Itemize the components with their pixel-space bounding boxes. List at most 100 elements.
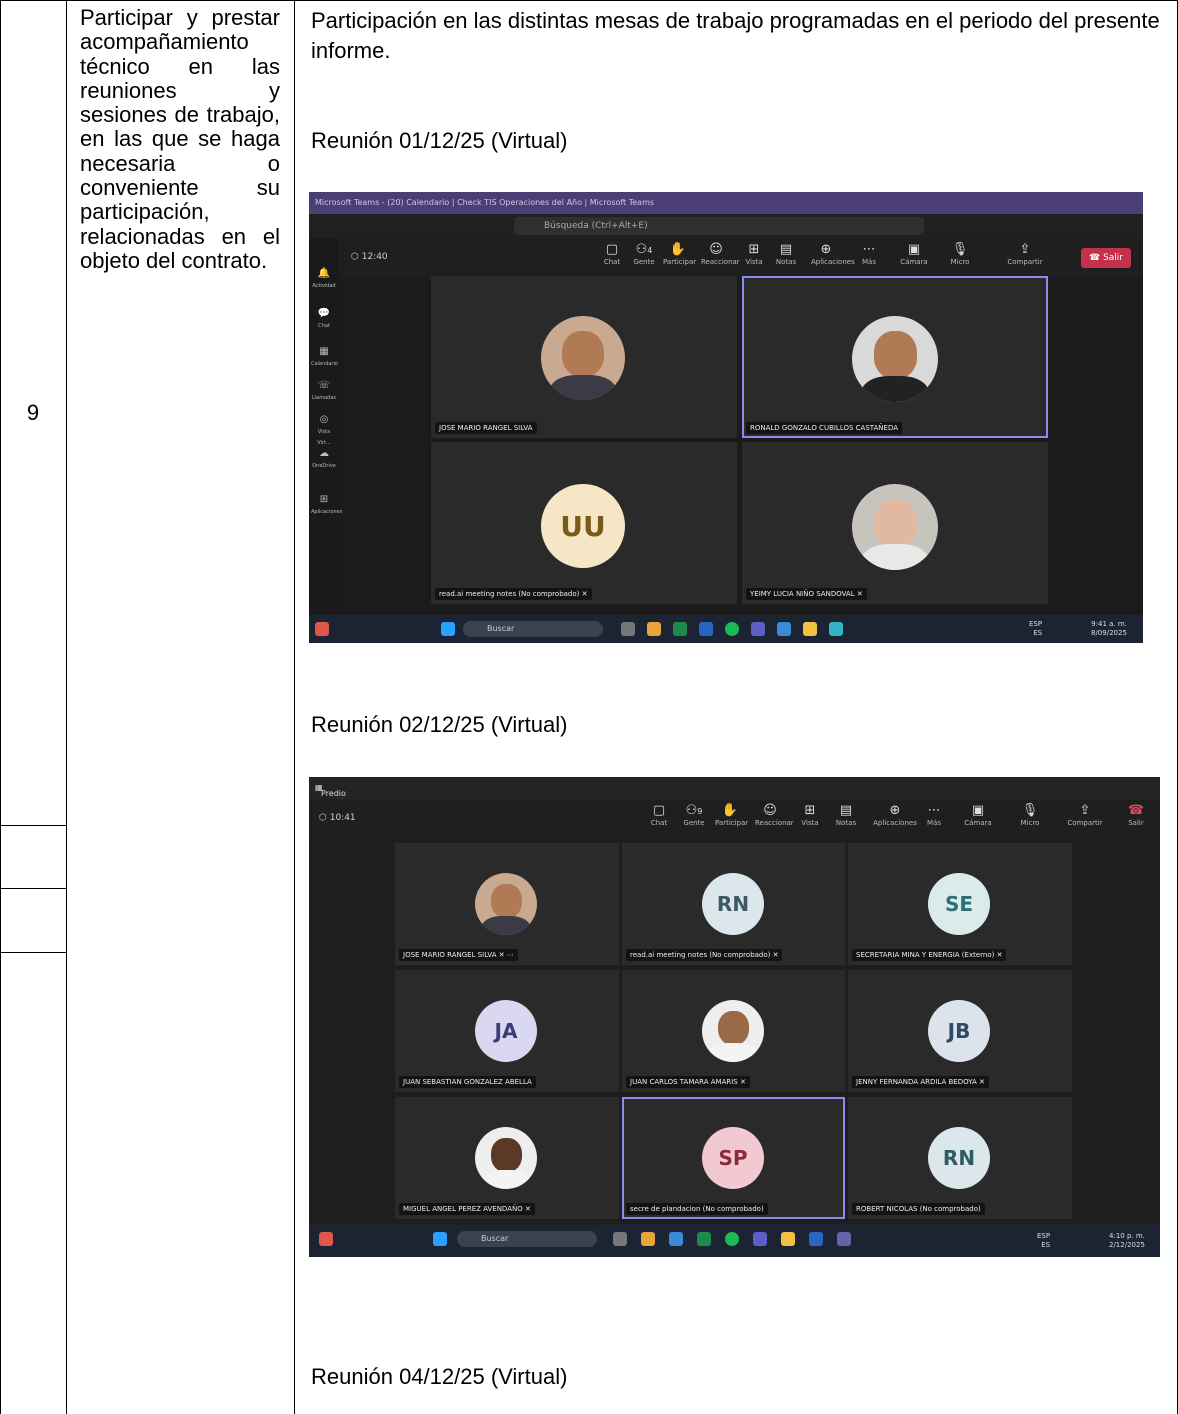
camera-button[interactable]: ▣ Cámara bbox=[899, 242, 929, 266]
explorer-icon[interactable] bbox=[781, 1232, 795, 1246]
taskview-icon[interactable] bbox=[621, 622, 635, 636]
explorer-icon[interactable] bbox=[803, 622, 817, 636]
notes-button[interactable]: ▤ Notas bbox=[771, 242, 801, 266]
participant-tile[interactable]: RN ROBERT NICOLAS (No comprobado) bbox=[848, 1097, 1072, 1219]
hand-icon: ✋ bbox=[669, 242, 687, 257]
notes-button[interactable]: ▤ Notas bbox=[831, 803, 861, 827]
react-button[interactable]: ☺ Reaccionar bbox=[701, 242, 740, 266]
more-button[interactable]: ⋯ Más bbox=[919, 803, 949, 827]
row-number: 9 bbox=[26, 400, 40, 425]
leave-button[interactable]: ☎ Salir bbox=[1081, 248, 1131, 268]
apps-button[interactable]: ⊕ Aplicaciones bbox=[873, 803, 917, 827]
raise-hand-button[interactable]: ✋ Participar bbox=[715, 803, 748, 827]
participant-name: MIGUEL ANGEL PEREZ AVENDAÑO ✕ bbox=[399, 1203, 535, 1215]
share-button[interactable]: ⇪ Compartir bbox=[1063, 803, 1107, 827]
leave-button[interactable]: ☎ Salir bbox=[1121, 803, 1151, 827]
word-icon[interactable] bbox=[809, 1232, 823, 1246]
hangup-icon: ☎ bbox=[1127, 803, 1145, 818]
teams-screenshot-2: ▦ Predio Chinú Proyecto Fenoge ⬡ 10:41 ▢… bbox=[309, 777, 1160, 1257]
hangup-icon: ☎ bbox=[1088, 253, 1101, 263]
view-button[interactable]: ⊞ Vista bbox=[739, 242, 769, 266]
participant-tile[interactable]: MIGUEL ANGEL PEREZ AVENDAÑO ✕ bbox=[395, 1097, 619, 1219]
participant-name: JOSE MARIO RANGEL SILVA ✕ ⋯ bbox=[399, 949, 518, 961]
windows-start-icon[interactable] bbox=[441, 622, 455, 636]
participant-name: JUAN SEBASTIAN GONZALEZ ABELLA bbox=[399, 1076, 536, 1088]
weather-icon[interactable] bbox=[315, 622, 329, 636]
weather-icon[interactable] bbox=[319, 1232, 333, 1246]
taskview-icon[interactable] bbox=[613, 1232, 627, 1246]
more-button[interactable]: ⋯ Más bbox=[854, 242, 884, 266]
participant-tile[interactable]: JB JENNY FERNANDA ARDILA BEDOYA ✕ bbox=[848, 970, 1072, 1092]
excel-icon[interactable] bbox=[697, 1232, 711, 1246]
share-button[interactable]: ⇪ Compartir bbox=[1003, 242, 1047, 266]
mic-button[interactable]: 🎙 Micro bbox=[1015, 803, 1045, 827]
chat-button[interactable]: ▢ Chat bbox=[644, 803, 674, 827]
raise-hand-button[interactable]: ✋ Participar bbox=[663, 242, 696, 266]
participant-name: secre de plandacion (No comprobado) bbox=[626, 1203, 768, 1215]
spotify-icon[interactable] bbox=[725, 1232, 739, 1246]
participant-tile[interactable]: UU read.ai meeting notes (No comprobado)… bbox=[431, 442, 737, 604]
people-button[interactable]: ⚇4 Gente bbox=[629, 242, 659, 266]
table-border-left bbox=[0, 0, 1, 1414]
participant-tile[interactable]: YEIMY LUCIA NIÑO SANDOVAL ✕ bbox=[742, 442, 1048, 604]
teams-classic-icon[interactable] bbox=[837, 1232, 851, 1246]
sidebar-item-vista[interactable]: ◎ Vista Virt... bbox=[311, 414, 337, 447]
participant-photo bbox=[475, 873, 537, 935]
participant-tile[interactable]: JUAN CARLOS TAMARA AMARIS ✕ bbox=[622, 970, 845, 1092]
chat-icon: ▢ bbox=[605, 242, 619, 257]
edge-icon[interactable] bbox=[829, 622, 843, 636]
mic-muted-icon: 🎙 bbox=[1021, 803, 1039, 818]
view-button[interactable]: ⊞ Vista bbox=[795, 803, 825, 827]
window-title: ▦ Predio Chinú Proyecto Fenoge bbox=[315, 783, 356, 825]
participant-name: read.ai meeting notes (No comprobado) ✕ bbox=[626, 949, 783, 961]
chrome-icon[interactable] bbox=[641, 1232, 655, 1246]
chat-button[interactable]: ▢ Chat bbox=[597, 242, 627, 266]
notes-icon: ▤ bbox=[779, 242, 793, 257]
more-icon: ⋯ bbox=[927, 803, 941, 818]
search-input[interactable]: Búsqueda (Ctrl+Alt+E) bbox=[514, 217, 924, 235]
sidebar-item-calendario[interactable]: ▦ Calendario bbox=[311, 346, 338, 368]
teams-icon[interactable] bbox=[751, 622, 765, 636]
notes-icon: ▤ bbox=[839, 803, 853, 818]
teams-icon[interactable] bbox=[753, 1232, 767, 1246]
taskbar-search[interactable]: Buscar bbox=[457, 1231, 597, 1247]
participant-name: ROBERT NICOLAS (No comprobado) bbox=[852, 1203, 985, 1215]
grid-icon: ⊞ bbox=[804, 803, 816, 818]
participant-tile[interactable]: JOSE MARIO RANGEL SILVA ✕ ⋯ bbox=[395, 843, 619, 965]
participant-tile[interactable]: SP secre de plandacion (No comprobado) bbox=[622, 1097, 845, 1219]
participant-tile[interactable]: RN read.ai meeting notes (No comprobado)… bbox=[622, 843, 845, 965]
participant-photo bbox=[852, 316, 938, 402]
participant-tile[interactable]: RONALD GONZALO CUBILLOS CASTAÑEDA bbox=[742, 276, 1048, 438]
taskbar-clock[interactable]: 9:41 a. m. 8/09/2025 bbox=[1091, 620, 1127, 638]
people-icon: ⚇9 bbox=[685, 803, 703, 818]
outlook-icon[interactable] bbox=[777, 622, 791, 636]
participant-avatar: JA bbox=[475, 1000, 537, 1062]
participant-avatar: RN bbox=[928, 1127, 990, 1189]
participant-name: RONALD GONZALO CUBILLOS CASTAÑEDA bbox=[746, 422, 903, 434]
participant-tile[interactable]: JA JUAN SEBASTIAN GONZALEZ ABELLA bbox=[395, 970, 619, 1092]
participant-photo bbox=[541, 316, 625, 400]
participant-tile[interactable]: JOSE MARIO RANGEL SILVA bbox=[431, 276, 737, 438]
table-border-col2 bbox=[294, 0, 295, 1414]
sidebar-item-chat[interactable]: 💬 Chat bbox=[311, 308, 337, 330]
mic-button[interactable]: 🎙 Micro bbox=[945, 242, 975, 266]
taskbar-search[interactable]: Buscar bbox=[463, 621, 603, 637]
windows-start-icon[interactable] bbox=[433, 1232, 447, 1246]
sidebar-item-actividad[interactable]: 🔔 Actividad bbox=[311, 268, 337, 290]
react-button[interactable]: ☺ Reaccionar bbox=[755, 803, 794, 827]
participant-tile[interactable]: SE SECRETARIA MINA Y ENERGIA (Externo) ✕ bbox=[848, 843, 1072, 965]
apps-button[interactable]: ⊕ Aplicaciones bbox=[811, 242, 855, 266]
spotify-icon[interactable] bbox=[725, 622, 739, 636]
outlook-icon[interactable] bbox=[669, 1232, 683, 1246]
excel-icon[interactable] bbox=[673, 622, 687, 636]
camera-button[interactable]: ▣ Cámara bbox=[963, 803, 993, 827]
sidebar-item-aplicaciones[interactable]: ⊞ Aplicaciones bbox=[311, 494, 342, 516]
people-button[interactable]: ⚇9 Gente bbox=[679, 803, 709, 827]
word-icon[interactable] bbox=[699, 622, 713, 636]
participant-avatar: UU bbox=[541, 484, 625, 568]
meeting-title: Reunión 01/12/25 (Virtual) bbox=[311, 128, 568, 153]
sidebar-item-llamadas[interactable]: ☏ Llamadas bbox=[311, 380, 337, 402]
taskbar-clock[interactable]: 4:10 p. m. 2/12/2025 bbox=[1109, 1232, 1145, 1250]
chrome-icon[interactable] bbox=[647, 622, 661, 636]
sidebar-item-onedrive[interactable]: ☁ OneDrive bbox=[311, 448, 337, 470]
